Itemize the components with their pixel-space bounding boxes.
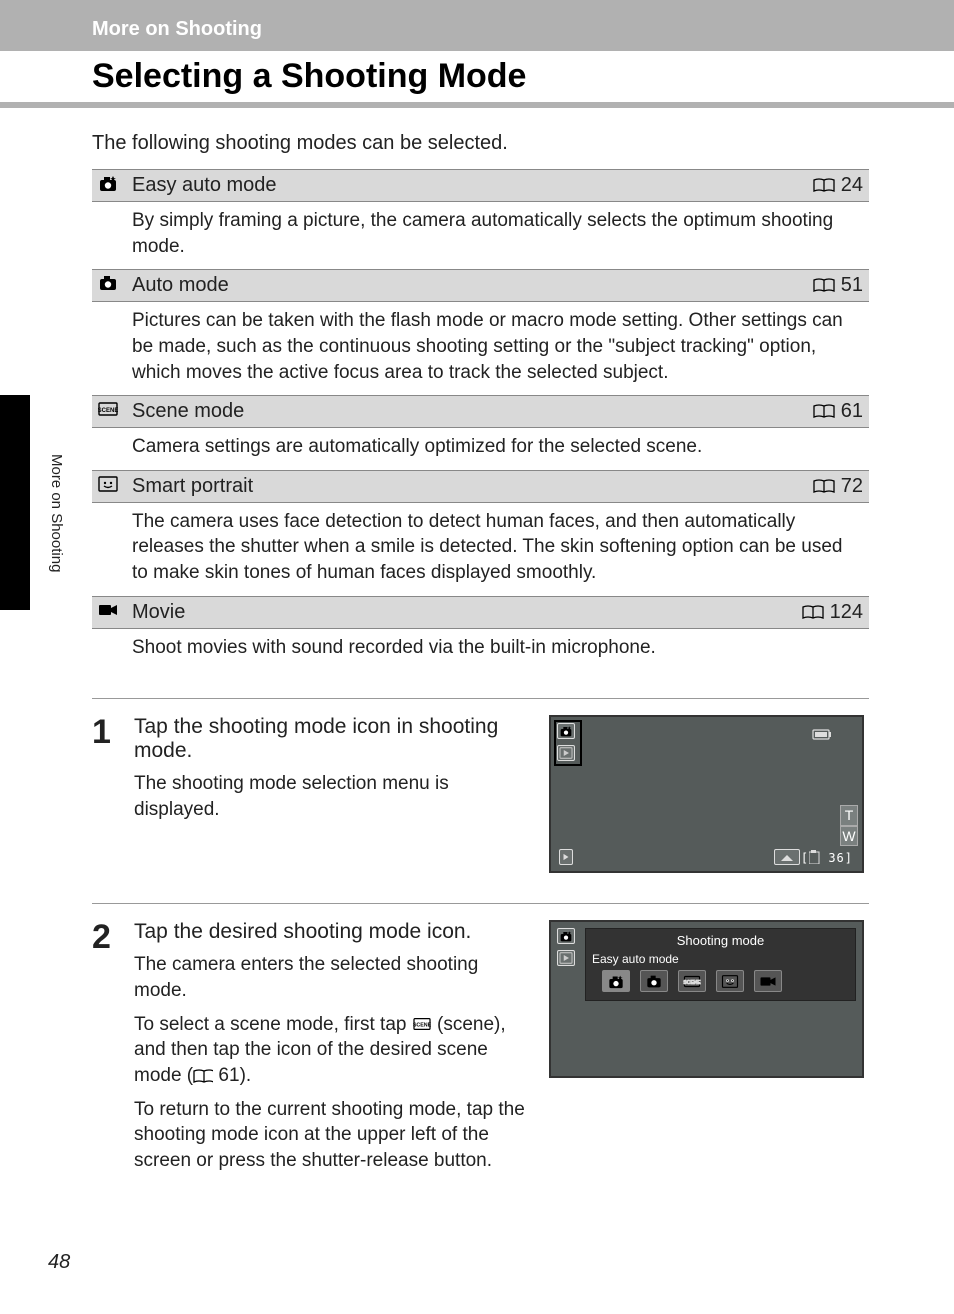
mode-option-scene[interactable] xyxy=(678,970,706,992)
table-row: Auto mode 51 xyxy=(92,270,869,302)
mode-option-smart-portrait[interactable] xyxy=(716,970,744,992)
book-icon xyxy=(802,605,824,620)
mode-desc: Camera settings are automatically optimi… xyxy=(126,428,869,471)
selected-mode-label: Easy auto mode xyxy=(592,952,849,966)
battery-icon xyxy=(812,727,832,742)
table-row: Pictures can be taken with the flash mod… xyxy=(92,302,869,396)
mode-name: Smart portrait xyxy=(132,475,253,497)
page-ref: 61 xyxy=(841,400,863,422)
inline-page-ref: 61 xyxy=(218,1065,239,1086)
shooting-mode-button[interactable] xyxy=(557,928,575,944)
page-ref: 24 xyxy=(841,174,863,196)
shooting-mode-panel: Shooting mode Easy auto mode xyxy=(585,928,856,1001)
table-row: Smart portrait 72 xyxy=(92,470,869,502)
smart-portrait-icon xyxy=(98,475,120,493)
mode-name: Easy auto mode xyxy=(132,174,277,196)
zoom-w[interactable]: W xyxy=(840,826,858,846)
playback-button[interactable] xyxy=(557,745,575,761)
table-row: Shoot movies with sound recorded via the… xyxy=(92,628,869,670)
menu-arrow-icon[interactable] xyxy=(559,849,573,865)
mode-option-easy-auto[interactable] xyxy=(602,970,630,992)
scene-icon-inline xyxy=(412,1014,432,1035)
remaining-count: [ 36] xyxy=(801,850,853,865)
step: 1 Tap the shooting mode icon in shooting… xyxy=(92,698,869,903)
step: 2 Tap the desired shooting mode icon. Th… xyxy=(92,903,869,1211)
easy-auto-icon xyxy=(98,174,120,192)
step-number: 1 xyxy=(92,715,134,873)
step-text: To return to the current shooting mode, … xyxy=(134,1097,535,1174)
panel-title: Shooting mode xyxy=(592,933,849,948)
playback-button[interactable] xyxy=(557,950,575,966)
step-title: Tap the desired shooting mode icon. xyxy=(134,920,535,944)
mode-desc: Pictures can be taken with the flash mod… xyxy=(126,302,869,396)
step-text: The shooting mode selection menu is disp… xyxy=(134,771,535,822)
step-text: The camera enters the selected shooting … xyxy=(134,952,535,1003)
table-row: Scene mode 61 xyxy=(92,396,869,428)
table-row: Movie 124 xyxy=(92,596,869,628)
disp-arrow-icon[interactable] xyxy=(774,849,800,865)
mode-desc: By simply framing a picture, the camera … xyxy=(126,202,869,270)
shooting-mode-button[interactable] xyxy=(557,723,575,739)
step-title: Tap the shooting mode icon in shooting m… xyxy=(134,715,535,763)
book-icon xyxy=(193,1065,213,1086)
mode-option-movie[interactable] xyxy=(754,970,782,992)
book-icon xyxy=(813,278,835,293)
movie-icon xyxy=(98,601,120,619)
lcd-screenshot-1: T W [ 36] xyxy=(549,715,864,873)
page-ref: 51 xyxy=(841,274,863,296)
page-ref: 72 xyxy=(841,475,863,497)
auto-icon xyxy=(98,274,120,292)
intro-text: The following shooting modes can be sele… xyxy=(92,132,869,155)
lcd-screenshot-2: Shooting mode Easy auto mode xyxy=(549,920,864,1078)
section-label: More on Shooting xyxy=(0,18,954,47)
zoom-t[interactable]: T xyxy=(840,805,858,825)
scene-icon xyxy=(98,400,120,418)
book-icon xyxy=(813,404,835,419)
mode-name: Movie xyxy=(132,601,185,623)
page-ref: 124 xyxy=(830,601,863,623)
zoom-control[interactable]: T W xyxy=(840,805,858,845)
book-icon xyxy=(813,479,835,494)
step-text: To select a scene mode, first tap (scene… xyxy=(134,1012,535,1089)
mode-desc: The camera uses face detection to detect… xyxy=(126,502,869,596)
header-band: More on Shooting Selecting a Shooting Mo… xyxy=(0,0,954,108)
mode-name: Auto mode xyxy=(132,274,229,296)
mode-desc: Shoot movies with sound recorded via the… xyxy=(126,628,869,670)
side-section-label: More on Shooting xyxy=(48,454,65,572)
mode-name: Scene mode xyxy=(132,400,244,422)
table-row: Camera settings are automatically optimi… xyxy=(92,428,869,471)
step-number: 2 xyxy=(92,920,134,1181)
side-thumb-tab xyxy=(0,395,30,610)
page-number: 48 xyxy=(48,1251,70,1274)
page-title: Selecting a Shooting Mode xyxy=(0,51,954,102)
table-row: Easy auto mode 24 xyxy=(92,170,869,202)
table-row: By simply framing a picture, the camera … xyxy=(92,202,869,270)
shooting-modes-table: Easy auto mode 24 By simply framing a pi… xyxy=(92,169,869,670)
mode-option-auto[interactable] xyxy=(640,970,668,992)
book-icon xyxy=(813,178,835,193)
table-row: The camera uses face detection to detect… xyxy=(92,502,869,596)
